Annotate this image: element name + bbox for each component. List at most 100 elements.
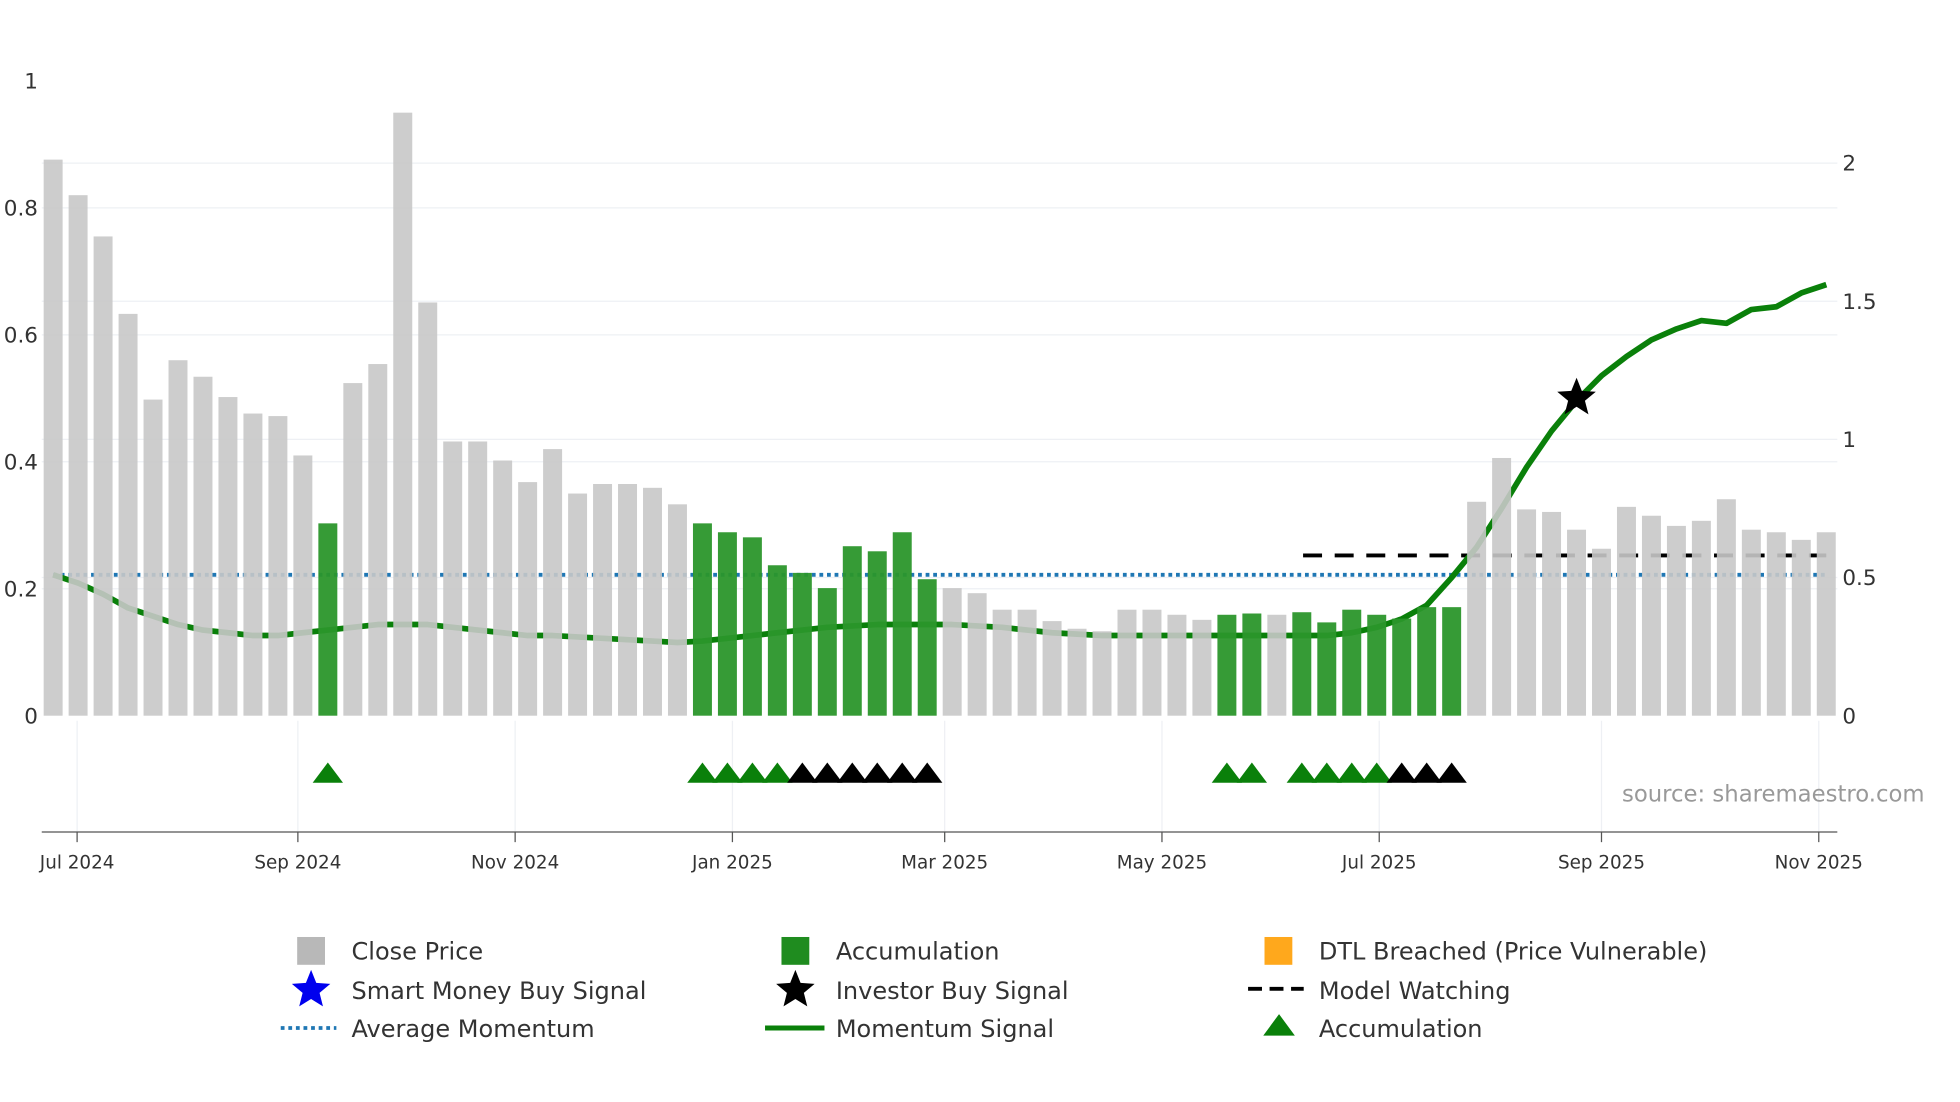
x-tick-label: Jul 2024 <box>39 853 115 874</box>
close-price-bar <box>493 460 513 716</box>
accumulation-bar <box>867 551 887 716</box>
left-axis-tick-label: 0.2 <box>4 577 38 602</box>
accumulation-bar <box>1392 618 1412 716</box>
close-price-bar <box>143 399 163 716</box>
legend-investor-star-icon <box>776 969 815 1007</box>
legend-accumulation-icon <box>781 936 810 965</box>
left-axis-tick-label: 0.4 <box>4 450 38 475</box>
close-price-bar <box>1567 529 1587 716</box>
close-price-bar <box>393 112 413 716</box>
close-price-bar <box>418 302 438 716</box>
close-price-bar <box>168 360 188 716</box>
right-axis-tick-label: 2 <box>1842 152 1856 177</box>
accumulation-triangle <box>1286 762 1317 783</box>
legend-label: Investor Buy Signal <box>836 977 1069 1005</box>
close-price-bar <box>1592 548 1611 716</box>
chart: Jul 2024 Sep 2024 Nov 2024 Jan 2025 Mar 2025… <box>4 70 1925 1043</box>
legend-smart-money-star-icon <box>291 969 331 1007</box>
x-tick-label: Sep 2024 <box>254 853 341 874</box>
close-price-bar <box>1267 614 1287 716</box>
legend-dtl-icon <box>1264 936 1293 965</box>
close-price-bar <box>1716 499 1736 716</box>
x-tick-label: Nov 2025 <box>1775 853 1863 874</box>
accumulation-bar <box>1242 613 1262 716</box>
legend-label: DTL Breached (Price Vulnerable) <box>1319 938 1708 966</box>
left-axis-tick-label: 1 <box>24 70 38 95</box>
close-price-bar <box>1666 525 1686 716</box>
close-price-bar <box>68 195 88 716</box>
close-price-bar <box>1467 501 1487 716</box>
accumulation-triangle <box>312 762 344 783</box>
left-axis-tick-label: 0.6 <box>4 323 38 348</box>
close-price-bar <box>118 313 138 716</box>
accumulation-bar <box>1367 614 1387 716</box>
accumulation-triangle <box>712 762 743 783</box>
close-price-bar <box>992 609 1012 716</box>
close-price-bar <box>1691 520 1711 716</box>
accumulation-bar <box>1217 614 1237 716</box>
legend-accumulation-triangle-icon <box>1263 1014 1295 1036</box>
close-price-bar <box>1791 539 1811 716</box>
accumulation-bar <box>1442 607 1462 716</box>
black-accumulation-triangle <box>837 762 868 783</box>
legend: Close Price Accumulation DTL Breached (P… <box>280 936 1708 1043</box>
black-accumulation-triangle <box>1411 762 1442 783</box>
close-price-bar <box>568 493 588 716</box>
accumulation-bar <box>1417 607 1437 716</box>
black-accumulation-triangle <box>912 762 943 783</box>
accumulation-bar <box>1342 609 1362 716</box>
close-price-bar <box>43 159 63 716</box>
right-axis-tick-label: 0.5 <box>1842 566 1876 591</box>
close-price-bar <box>293 455 313 716</box>
close-price-bar <box>93 236 113 716</box>
close-price-bar <box>1766 532 1786 716</box>
close-price-bar <box>443 441 463 716</box>
close-price-bar <box>243 413 263 716</box>
close-price-bar <box>1017 609 1037 716</box>
accumulation-bar <box>842 546 862 716</box>
black-accumulation-triangle <box>812 762 843 783</box>
close-price-bar <box>1616 506 1636 716</box>
accumulation-bar <box>792 572 812 716</box>
x-tick-label: May 2025 <box>1117 853 1207 874</box>
close-price-bar <box>942 588 962 716</box>
close-price-bar <box>1067 628 1087 716</box>
accumulation-triangle <box>1361 762 1392 783</box>
close-price-bar <box>268 416 288 716</box>
accumulation-bar <box>917 579 937 716</box>
close-price-bar <box>218 397 238 716</box>
accumulation-bar <box>1317 622 1337 716</box>
x-tick-label: Nov 2024 <box>471 853 559 874</box>
right-axis-tick-label: 0 <box>1842 704 1856 729</box>
close-price-bar <box>543 449 563 716</box>
legend-label: Average Momentum <box>352 1015 595 1043</box>
close-price-bar <box>1542 511 1562 716</box>
x-tick-label: Jan 2025 <box>691 853 773 874</box>
accumulation-triangle <box>687 762 718 783</box>
close-price-bar <box>468 441 488 716</box>
close-price-bar <box>618 484 638 716</box>
accumulation-triangle <box>1336 762 1367 783</box>
close-price-bar <box>1492 457 1512 716</box>
accumulation-bar <box>767 565 787 716</box>
close-price-bar <box>1167 614 1187 716</box>
x-tick-label: Jul 2025 <box>1341 853 1417 874</box>
close-price-bar <box>368 364 388 716</box>
legend-label: Close Price <box>352 938 484 966</box>
accumulation-triangle <box>762 762 793 783</box>
close-price-bar <box>518 482 538 716</box>
close-price-bar <box>1641 515 1661 716</box>
legend-close-price-icon <box>297 936 325 965</box>
accumulation-triangle <box>1311 762 1342 783</box>
close-price-bar <box>593 484 613 716</box>
right-axis-tick-label: 1.5 <box>1842 290 1876 315</box>
accumulation-triangle <box>1236 762 1268 783</box>
close-price-bar <box>643 487 662 716</box>
legend-label: Accumulation <box>1319 1015 1483 1043</box>
x-tick-label: Mar 2025 <box>901 853 988 874</box>
source-annotation: source: sharemaestro.com <box>1622 782 1925 808</box>
accumulation-bar <box>717 532 737 716</box>
close-price-bar <box>1741 529 1761 716</box>
close-price-bar <box>1192 619 1212 716</box>
close-price-bar <box>1517 509 1537 716</box>
